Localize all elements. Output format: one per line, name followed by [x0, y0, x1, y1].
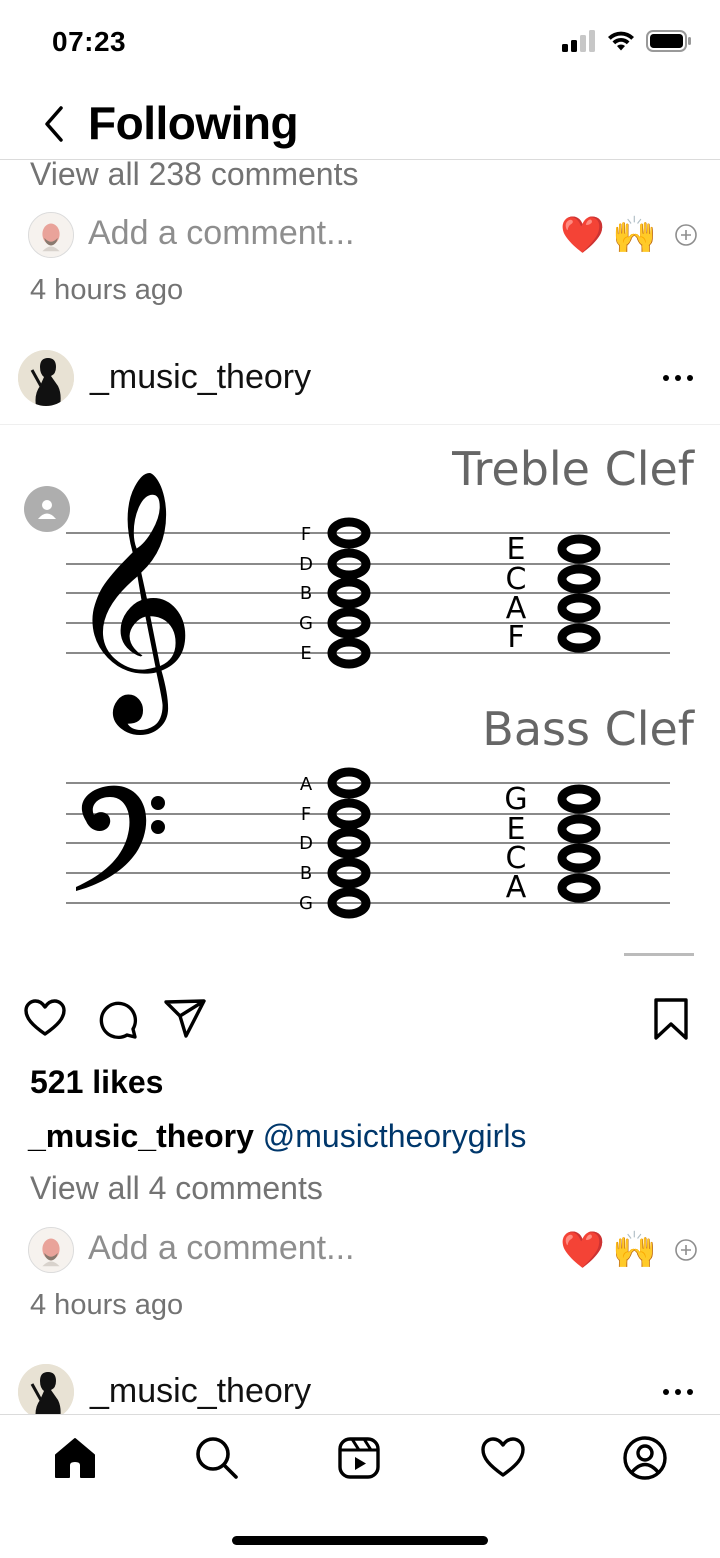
add-comment-row[interactable]: Add a comment... ❤️ 🙌: [0, 1227, 720, 1283]
svg-text:F: F: [301, 524, 311, 545]
tagged-people-button[interactable]: [24, 486, 70, 532]
person-icon: [38, 500, 56, 519]
post-caption: _music_theory @musictheorygirls: [28, 1118, 526, 1155]
profile-icon[interactable]: [620, 1433, 670, 1483]
svg-text:E: E: [300, 643, 311, 664]
search-icon[interactable]: [192, 1433, 242, 1483]
add-comment-row[interactable]: Add a comment... ❤️ 🙌: [0, 212, 720, 268]
back-button[interactable]: [30, 100, 78, 148]
raised-hands-emoji-button[interactable]: 🙌: [612, 212, 657, 258]
caption-mention-link[interactable]: @musictheorygirls: [263, 1118, 527, 1154]
avatar[interactable]: [18, 1364, 74, 1420]
svg-text:B: B: [300, 863, 312, 884]
post-username[interactable]: _music_theory: [90, 358, 311, 397]
battery-icon: [646, 30, 691, 52]
nav-header: Following: [0, 86, 720, 160]
comment-input[interactable]: Add a comment...: [88, 1229, 354, 1268]
likes-count[interactable]: 521 likes: [30, 1064, 163, 1101]
add-emoji-icon[interactable]: [674, 223, 698, 247]
more-options-icon[interactable]: [660, 1378, 696, 1406]
svg-text:F: F: [507, 620, 524, 655]
post-timestamp: 4 hours ago: [30, 274, 184, 306]
treble-clef-title: Treble Clef: [451, 442, 696, 496]
view-all-comments-link[interactable]: View all 4 comments: [30, 1170, 323, 1207]
add-emoji-icon[interactable]: [674, 1238, 698, 1262]
wifi-icon: [608, 31, 634, 51]
status-icons: [562, 30, 692, 52]
like-heart-icon[interactable]: [22, 996, 68, 1042]
svg-text:D: D: [299, 554, 313, 575]
post-image[interactable]: Treble Clef 𝄞 F D B G E E C A F Bass Cle…: [0, 424, 720, 978]
watermark: [624, 953, 694, 956]
home-icon[interactable]: [50, 1433, 100, 1483]
svg-text:A: A: [300, 774, 313, 795]
more-options-icon[interactable]: [660, 364, 696, 392]
comment-input[interactable]: Add a comment...: [88, 214, 354, 253]
status-time: 07:23: [52, 26, 127, 57]
activity-heart-icon[interactable]: [478, 1433, 528, 1483]
chevron-left-icon: [45, 106, 63, 142]
post-header: _music_theory: [0, 350, 720, 414]
raised-hands-emoji-button[interactable]: 🙌: [612, 1227, 657, 1273]
music-staff-illustration: Treble Clef 𝄞 F D B G E E C A F Bass Cle…: [66, 442, 696, 956]
avatar: [28, 1227, 74, 1273]
cellular-signal-icon: [562, 30, 595, 52]
page-title: Following: [88, 97, 299, 149]
comment-bubble-icon[interactable]: [94, 996, 140, 1042]
bass-clef-title: Bass Clef: [482, 702, 696, 756]
treble-clef-icon: 𝄞: [66, 467, 196, 735]
svg-text:B: B: [300, 583, 312, 604]
heart-emoji-button[interactable]: ❤️: [560, 1227, 605, 1273]
home-indicator[interactable]: [232, 1536, 488, 1545]
heart-emoji-button[interactable]: ❤️: [560, 212, 605, 258]
post-timestamp: 4 hours ago: [30, 1289, 184, 1321]
post-username[interactable]: _music_theory: [90, 1372, 311, 1411]
svg-text:A: A: [506, 870, 527, 905]
avatar: [28, 212, 74, 258]
reels-icon[interactable]: [334, 1433, 384, 1483]
avatar[interactable]: [18, 350, 74, 406]
share-send-icon[interactable]: [162, 996, 208, 1042]
view-all-comments-link[interactable]: View all 238 comments: [30, 156, 358, 193]
post-action-bar: [0, 996, 720, 1050]
bass-clef-icon: [76, 785, 165, 891]
svg-text:D: D: [299, 833, 313, 854]
svg-text:F: F: [301, 804, 311, 825]
save-bookmark-icon[interactable]: [648, 996, 694, 1042]
svg-text:G: G: [299, 893, 313, 914]
caption-username[interactable]: _music_theory: [28, 1118, 254, 1154]
status-bar: 07:23: [0, 0, 720, 86]
svg-text:G: G: [299, 613, 313, 634]
